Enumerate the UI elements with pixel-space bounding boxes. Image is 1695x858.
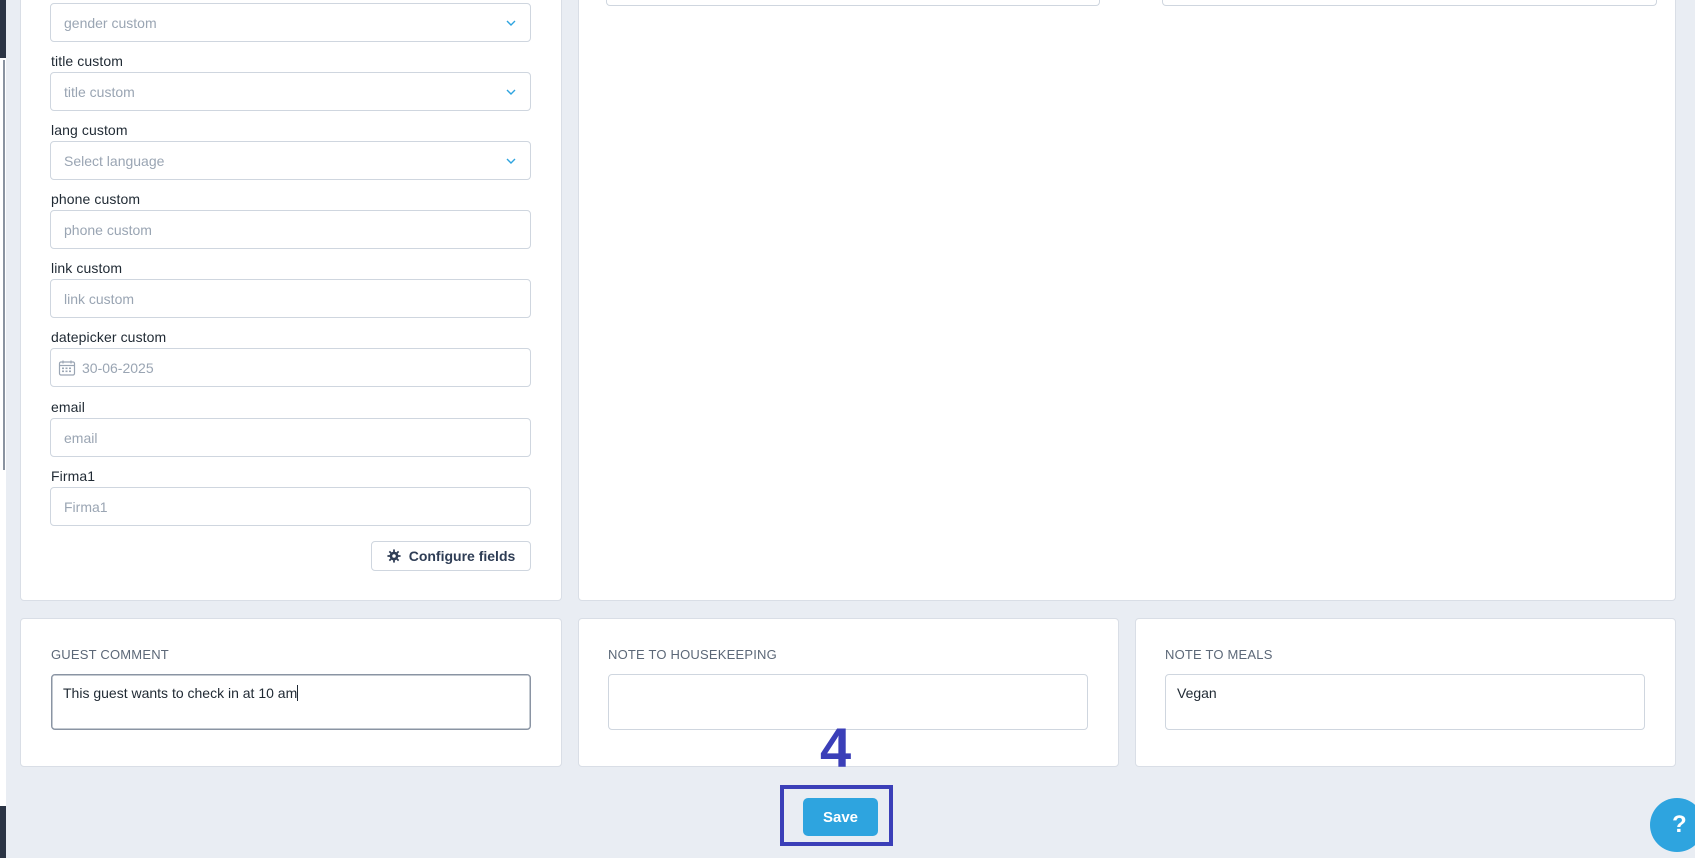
configure-fields-label: Configure fields [408, 548, 516, 564]
guest-form-page: gender custom title custom title custom … [0, 0, 1695, 858]
help-button[interactable]: ? [1650, 798, 1695, 852]
configure-fields-button[interactable]: Configure fields [371, 541, 531, 571]
email-label: email [51, 399, 85, 415]
chevron-down-icon [506, 20, 516, 26]
link-placeholder: link custom [64, 290, 135, 307]
left-edge-strip [0, 0, 6, 858]
gender-placeholder: gender custom [64, 14, 157, 31]
phone-label: phone custom [51, 191, 141, 207]
meals-note-title: NOTE TO MEALS [1165, 647, 1273, 662]
partial-input-field[interactable] [606, 0, 1100, 6]
title-select[interactable]: title custom [50, 72, 531, 111]
language-select[interactable]: Select language [50, 141, 531, 180]
step-number-annotation: 4 [820, 716, 852, 779]
help-icon: ? [1672, 811, 1687, 838]
save-button[interactable]: Save [803, 798, 878, 836]
link-label: link custom [51, 260, 123, 276]
title-label: title custom [51, 53, 123, 69]
datepicker-input[interactable]: 30-06-2025 [50, 348, 531, 387]
chevron-down-icon [506, 89, 516, 95]
guest-comment-textarea[interactable]: This guest wants to check in at 10 am [51, 674, 531, 730]
guest-comment-text: This guest wants to check in at 10 am [63, 685, 298, 701]
firma1-label: Firma1 [51, 468, 96, 484]
link-input[interactable]: link custom [50, 279, 531, 318]
text-cursor [297, 685, 299, 701]
firma1-placeholder: Firma1 [64, 498, 108, 515]
chevron-down-icon [506, 158, 516, 164]
partial-input-field[interactable] [1162, 0, 1657, 6]
right-panel-card [578, 0, 1676, 601]
meals-note-textarea[interactable]: Vegan [1165, 674, 1645, 730]
calendar-icon[interactable] [58, 359, 76, 377]
language-placeholder: Select language [64, 152, 165, 169]
guest-comment-title: GUEST COMMENT [51, 647, 169, 662]
email-placeholder: email [64, 429, 98, 446]
gender-select[interactable]: gender custom [50, 3, 531, 42]
gear-icon [387, 549, 401, 563]
datepicker-label: datepicker custom [51, 329, 167, 345]
phone-input[interactable]: phone custom [50, 210, 531, 249]
housekeeping-note-title: NOTE TO HOUSEKEEPING [608, 647, 777, 662]
email-input[interactable]: email [50, 418, 531, 457]
phone-placeholder: phone custom [64, 221, 152, 238]
title-placeholder: title custom [64, 83, 135, 100]
firma1-input[interactable]: Firma1 [50, 487, 531, 526]
meals-note-text: Vegan [1177, 685, 1217, 701]
lang-label: lang custom [51, 122, 128, 138]
datepicker-placeholder: 30-06-2025 [82, 359, 154, 376]
